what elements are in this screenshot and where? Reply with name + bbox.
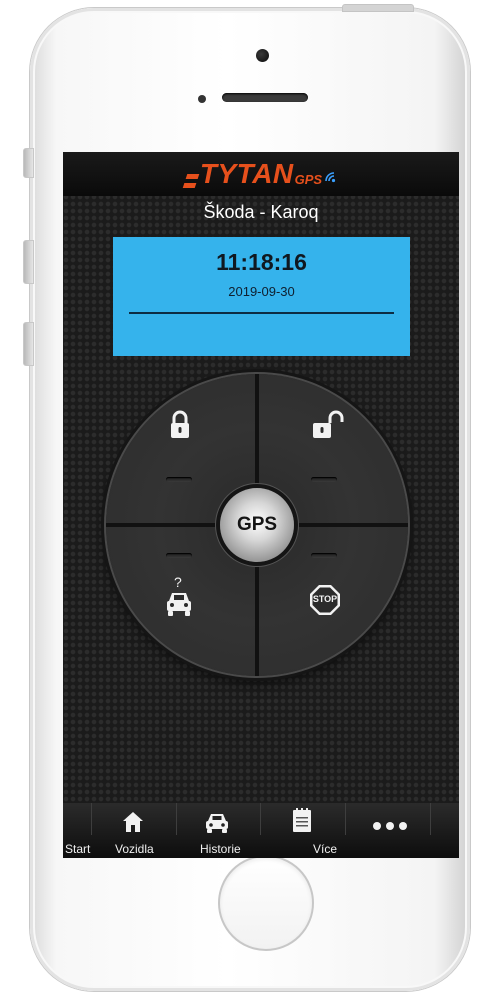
volume-up-button	[23, 240, 34, 284]
more-dots-icon	[372, 818, 408, 836]
home-icon	[121, 810, 145, 839]
tab-label-vozidla: Vozidla	[115, 842, 154, 856]
power-button	[342, 4, 414, 12]
front-camera	[256, 49, 269, 62]
app-logo: TYTAN GPS	[182, 158, 337, 189]
logo-mark	[182, 174, 200, 188]
tab-vice[interactable]: Více	[260, 803, 345, 858]
gps-button[interactable]: GPS	[220, 488, 294, 562]
tab-label-historie: Historie	[200, 842, 241, 856]
locate-indicator	[166, 553, 192, 558]
panel-divider	[129, 312, 394, 314]
svg-text:?: ?	[174, 575, 182, 590]
mute-switch	[23, 148, 34, 178]
volume-down-button	[23, 322, 34, 366]
vehicle-title: Škoda - Karoq	[203, 202, 319, 222]
tab-separator	[430, 803, 431, 835]
lock-icon	[169, 410, 191, 445]
notepad-icon	[292, 807, 312, 838]
tab-label-vice: Více	[313, 842, 338, 856]
status-date: 2019-09-30	[228, 284, 295, 299]
signal-icon	[323, 170, 337, 188]
proximity-sensor	[198, 95, 206, 103]
earpiece-speaker	[222, 93, 308, 102]
app-screen: TYTAN GPS Škoda - Karoq 11:18:16 2019-09…	[63, 152, 459, 858]
tab-vozidla[interactable]: Vozidla	[91, 803, 176, 858]
car-icon	[204, 810, 230, 839]
tab-start[interactable]: Start	[63, 803, 91, 858]
logo-suffix: GPS	[294, 172, 323, 187]
tab-more[interactable]	[345, 803, 430, 858]
car-question-icon: ?	[164, 574, 194, 624]
stop-indicator	[311, 553, 337, 558]
tab-label-start: Start	[65, 842, 91, 856]
stop-label: STOP	[312, 594, 338, 604]
tab-historie[interactable]: Historie	[176, 803, 260, 858]
control-dial: ? STOP GPS	[106, 374, 408, 676]
logo-brand: TYTAN	[199, 158, 294, 189]
status-panel: 11:18:16 2019-09-30	[113, 237, 410, 356]
app-header: TYTAN GPS	[63, 152, 459, 196]
unlock-icon	[311, 410, 345, 445]
status-time: 11:18:16	[216, 249, 307, 275]
home-button[interactable]	[218, 855, 314, 951]
stop-sign-icon: STOP	[309, 584, 341, 621]
unlock-indicator	[311, 477, 337, 482]
lock-indicator	[166, 477, 192, 482]
tab-bar: Start Vozidla Historie Více	[63, 803, 459, 858]
